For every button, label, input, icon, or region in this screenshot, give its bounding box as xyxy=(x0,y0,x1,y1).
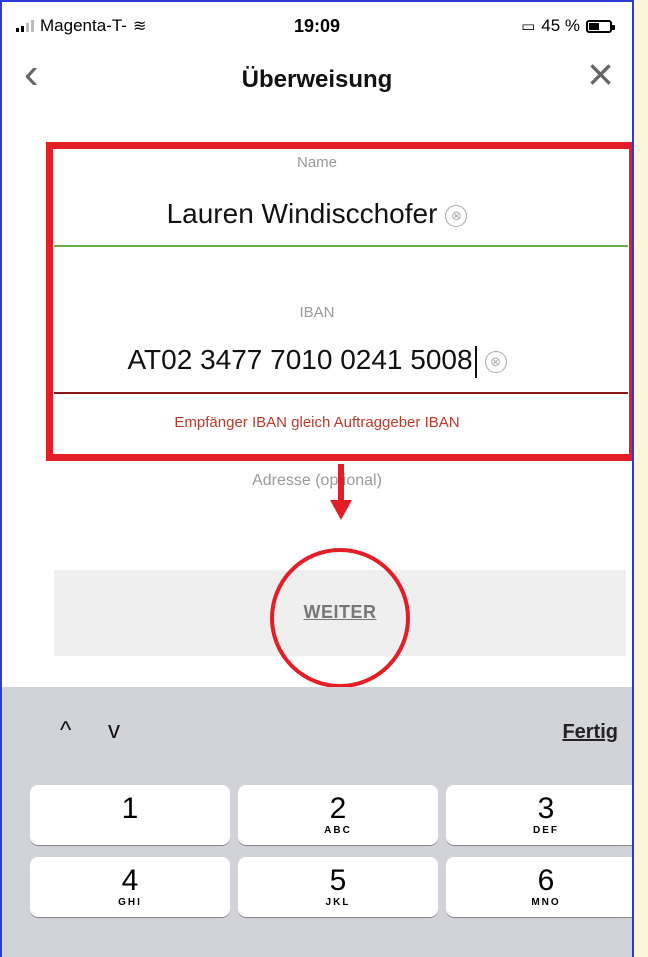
address-field[interactable]: Adresse (optional) xyxy=(2,472,632,490)
annotation-arrow-head xyxy=(330,500,352,520)
key-number: 1 xyxy=(121,792,139,825)
iban-value: AT02 3477 7010 0241 5008 xyxy=(127,344,473,375)
key-6[interactable]: 6 MNO xyxy=(446,857,632,917)
text-caret xyxy=(474,345,477,378)
iban-error-message: Empfänger IBAN gleich Auftraggeber IBAN xyxy=(174,414,460,431)
screen-mirroring-icon: ▭ xyxy=(521,18,536,35)
battery-area: ▭ 45 % xyxy=(521,16,615,36)
key-2[interactable]: 2 ABC xyxy=(238,785,438,845)
iban-underline xyxy=(54,392,628,394)
key-letters: JKL xyxy=(325,897,351,908)
key-letters: GHI xyxy=(118,897,142,908)
key-letters: ABC xyxy=(324,825,352,836)
key-4[interactable]: 4 GHI xyxy=(30,857,230,917)
clear-iban-icon[interactable]: ⊗ xyxy=(484,350,507,373)
key-number: 5 xyxy=(329,864,347,897)
key-number: 3 xyxy=(537,792,555,825)
nav-bar: ‹ Überweisung × xyxy=(2,46,632,110)
name-underline xyxy=(54,245,628,247)
phone-screen: Magenta-T- ≋ 19:09 ▭ 45 % ‹ Überweisung … xyxy=(0,0,634,957)
key-number: 6 xyxy=(537,864,555,897)
battery-percent: 45 % xyxy=(541,16,580,35)
key-number: 4 xyxy=(121,864,139,897)
key-number: 2 xyxy=(329,792,347,825)
chevron-down-icon[interactable]: v xyxy=(108,717,120,745)
page-title: Überweisung xyxy=(241,66,393,93)
battery-fill xyxy=(589,22,599,30)
key-3[interactable]: 3 DEF xyxy=(446,785,632,845)
status-bar: Magenta-T- ≋ 19:09 ▭ 45 % xyxy=(2,2,632,46)
name-label: Name xyxy=(296,154,337,171)
key-5[interactable]: 5 JKL xyxy=(238,857,438,917)
weiter-label: WEITER xyxy=(303,602,377,622)
battery-icon xyxy=(586,19,615,33)
numeric-keyboard: ^ v Fertig 1 2 ABC 3 DEF 4 GHI 5 JKL 6 M… xyxy=(2,687,632,957)
close-icon[interactable]: × xyxy=(587,51,614,97)
key-letters: MNO xyxy=(531,897,561,908)
clear-name-icon[interactable]: ⊗ xyxy=(445,204,468,227)
weiter-button[interactable]: WEITER xyxy=(54,570,626,656)
iban-label: IBAN xyxy=(299,304,335,321)
done-button[interactable]: Fertig xyxy=(562,721,618,744)
key-1[interactable]: 1 xyxy=(30,785,230,845)
keyboard-toolbar: ^ v Fertig xyxy=(2,687,632,775)
annotation-arrow-shaft xyxy=(338,464,344,504)
name-value: Lauren Windiscchofer xyxy=(166,198,438,229)
name-field[interactable]: Lauren Windiscchofer ⊗ xyxy=(2,198,632,230)
key-letters: DEF xyxy=(533,825,559,836)
chevron-up-icon[interactable]: ^ xyxy=(60,717,71,745)
iban-field[interactable]: AT02 3477 7010 0241 5008 ⊗ xyxy=(2,344,632,378)
